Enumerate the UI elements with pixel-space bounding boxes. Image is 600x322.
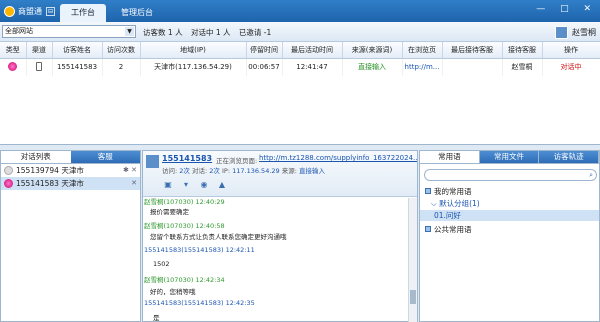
lock-icon[interactable]: ▲ [215,179,229,191]
tab-workbench[interactable]: 工作台 [60,4,106,22]
window-controls[interactable]: — □ ✕ [536,4,597,14]
chat-panel: 155141583 正在浏览页面: http://m.tz1288.com/su… [142,150,418,322]
chatting-count: 1 [215,28,221,37]
chevron-down-icon[interactable]: ▾ [179,179,193,191]
visitor-icon [4,166,13,175]
col-type[interactable]: 类型 [0,42,27,59]
chat-info: 访问: 2次 对话: 2次 IP: 117.136.54.29 来源: 直接输入 [162,167,326,175]
col-last-active[interactable]: 最后活动时间 [282,42,343,59]
visitors-count: 1 [167,28,173,37]
app-title: 商盟通 [18,6,42,16]
screenshot-icon[interactable]: ▣ [161,179,175,191]
tab-phrases[interactable]: 常用语 [420,151,480,163]
chat-visitor-id[interactable]: 155141583 [162,154,212,163]
chat-header: 155141583 正在浏览页面: http://m.tz1288.com/su… [143,151,417,197]
col-agent[interactable]: 接待客服 [502,42,543,59]
list-item[interactable]: 155139794 天津市 ✱ ✕ [1,164,140,177]
logo-icon [4,5,15,17]
message-body: 报价需要确定 [150,208,189,216]
phrase-search-input[interactable]: ⌕ [424,169,597,181]
tree-default-group[interactable]: ⌵ 默认分组(1) [431,198,480,209]
cell-page-link[interactable]: http://m... [402,58,443,76]
visitor-icon [4,179,13,188]
message-header: 赵雪桐(107030) 12:40:29 [144,198,225,206]
col-channel[interactable]: 渠道 [26,42,53,59]
conversation-panel: 对话列表 客服 155139794 天津市 ✱ ✕ 155141583 天津市 … [0,150,141,322]
visitor-stats: 访客数 1 人 对话中 1 人 已邀请 -1 [143,28,272,37]
tab-admin[interactable]: 管理后台 [110,4,164,22]
cell-last-agent [442,58,503,76]
scrollbar-thumb[interactable] [410,290,416,304]
message-header: 赵雪桐(107030) 12:42:34 [144,276,225,284]
tree-item-greeting[interactable]: 01.问好 [420,210,599,221]
tab-conversations[interactable]: 对话列表 [1,151,71,163]
message-list: 赵雪桐(107030) 12:40:29 报价需要确定 赵雪桐(107030) … [143,198,409,322]
tree-mine[interactable]: 我的常用语 [425,186,472,197]
cell-name: 155141583 [52,58,103,76]
cell-agent: 赵雪桐 [502,58,543,76]
cell-region: 天津市(117.136.54.29) [140,58,247,76]
conv-id: 155139794 [16,166,59,175]
chat-tools: ▣ ▾ ◉ ▲ [161,179,229,191]
message-body: 1502 [153,260,170,268]
tree-public[interactable]: 公共常用语 [425,224,472,235]
col-source[interactable]: 来源(来源词) [342,42,403,59]
menu-icon[interactable]: ⊟ [46,6,55,16]
cell-visits: 2 [102,58,141,76]
chevron-down-icon: ⌵ [431,199,437,208]
conv-city: 天津市 [61,179,84,188]
chatting-label: 对话中 [190,28,214,37]
user-name: 赵雪桐 [572,27,596,37]
scrollbar[interactable] [408,198,417,322]
avatar [146,155,159,168]
cell-last-active: 12:41:47 [282,58,343,76]
close-icon[interactable]: ✕ [131,179,137,187]
site-select-value: 全部网站 [5,27,33,35]
cell-source: 直接输入 [342,58,403,76]
message-header: 赵雪桐(107030) 12:40:58 [144,222,225,230]
conv-id: 155141583 [16,179,59,188]
col-page[interactable]: 在浏览页 [402,42,443,59]
browsing-url[interactable]: http://m.tz1288.com/supplyinfo_163722024… [259,154,417,162]
col-last-agent[interactable]: 最后接待客服 [442,42,503,59]
table-row[interactable]: 155141583 2 天津市(117.136.54.29) 00:06:57 … [0,58,600,76]
search-icon[interactable]: ⌕ [589,171,593,180]
tab-files[interactable]: 常用文件 [479,151,540,163]
cell-op-status[interactable]: 对话中 [542,58,600,76]
cell-stay: 00:06:57 [246,58,283,76]
invited-label: 已邀请 [238,28,262,37]
col-op[interactable]: 操作 [542,42,600,59]
message-body: 是 [153,314,160,322]
browsing-label: 正在浏览页面: [216,157,258,165]
transfer-user-icon[interactable]: ◉ [197,179,211,191]
quick-reply-panel: 常用语 常用文件 访客轨迹 ⌕ 我的常用语 ⌵ 默认分组(1) 01.问好 公共… [419,150,600,322]
site-select[interactable]: 全部网站 ▼ [2,25,136,38]
table-header: 类型 渠道 访客姓名 访问次数 地域(IP) 停留时间 最后活动时间 来源(来源… [0,42,600,59]
visitor-table: 类型 渠道 访客姓名 访问次数 地域(IP) 停留时间 最后活动时间 来源(来源… [0,42,600,145]
col-visits[interactable]: 访问次数 [102,42,141,59]
list-item[interactable]: 155141583 天津市 ✕ [1,177,140,190]
mobile-icon [36,61,42,71]
avatar [555,25,568,39]
user-info[interactable]: 赵雪桐 [555,24,596,40]
conv-city: 天津市 [61,166,84,175]
message-body: 您留个联系方式让负责人联系您确定更好沟通哦 [150,233,287,241]
tab-track[interactable]: 访客轨迹 [539,151,600,163]
tab-agents[interactable]: 客服 [70,151,140,163]
app-logo: 商盟通 ⊟ [4,4,55,18]
message-header: 155141583(155141583) 12:42:11 [144,246,255,254]
visitor-type-icon [8,61,18,71]
col-name[interactable]: 访客姓名 [52,42,103,59]
col-stay[interactable]: 停留时间 [246,42,283,59]
folder-icon [425,226,431,232]
visitors-label: 访客数 [143,28,166,37]
message-header: 155141583(155141583) 12:42:35 [144,299,255,307]
pin-close-icon[interactable]: ✱ ✕ [123,166,137,174]
invited-count: -1 [263,28,272,37]
folder-icon [425,188,431,194]
message-body: 好的，您稍等哦 [150,288,196,296]
chevron-down-icon[interactable]: ▼ [125,27,134,36]
col-region[interactable]: 地域(IP) [140,42,247,59]
